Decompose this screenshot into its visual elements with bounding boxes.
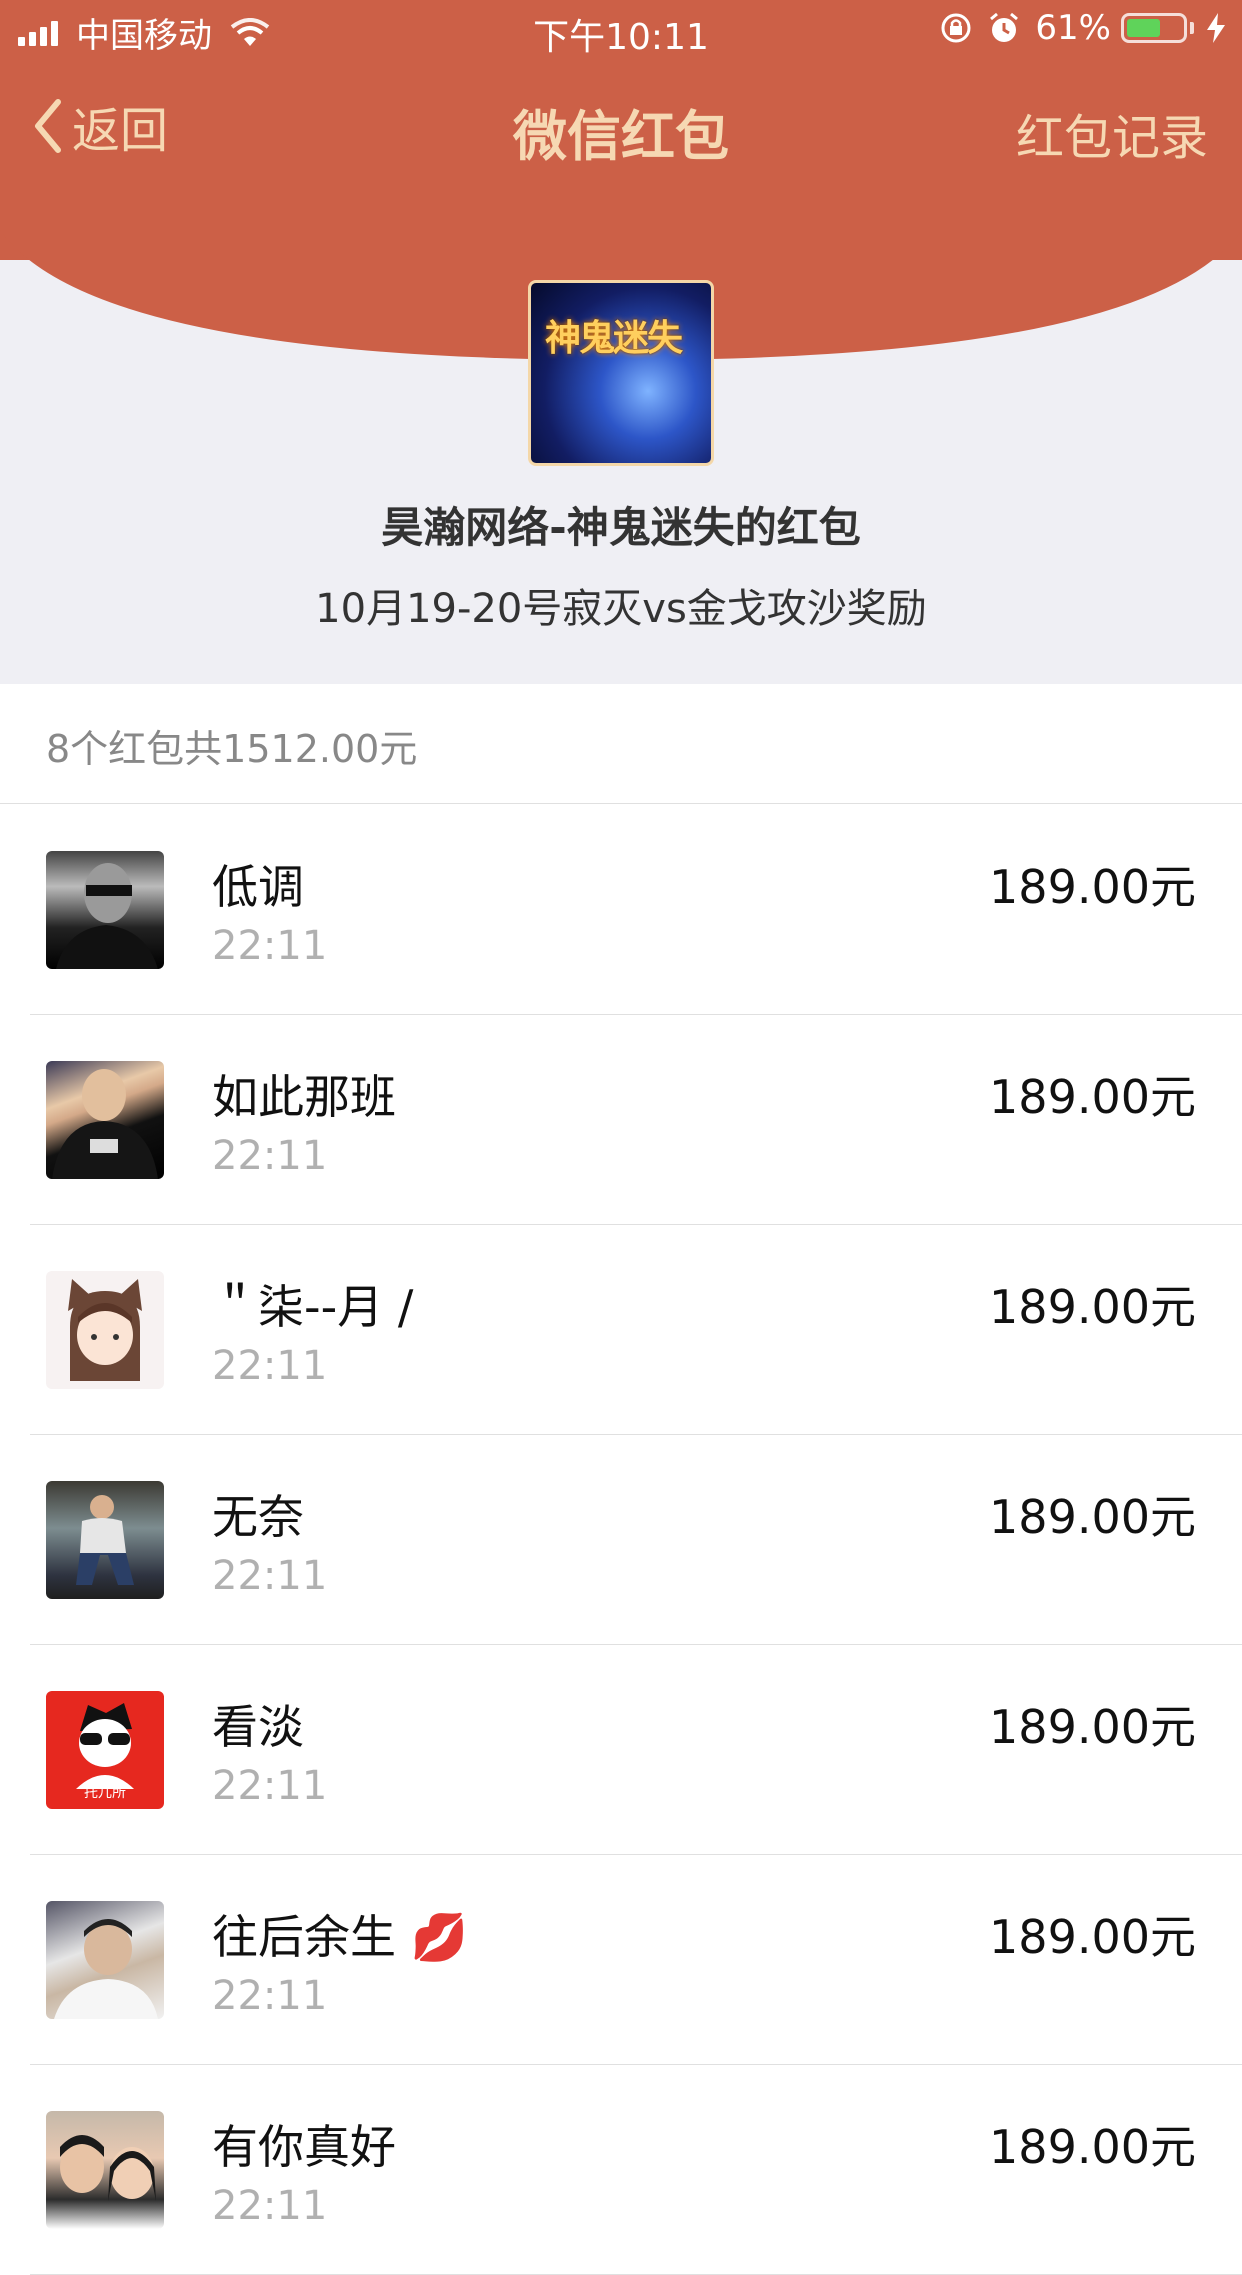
avatar-caption: 托儿所 (84, 1785, 126, 1801)
summary-text: 8个红包共1512.00元 (46, 727, 418, 771)
received-time: 22:11 (212, 1133, 328, 1179)
recipient-name: ＂柒--月 / (212, 1280, 414, 1334)
status-bar: 中国移动 下午10:11 61% (0, 0, 1242, 62)
battery-icon (1121, 13, 1194, 43)
avatar (46, 1271, 164, 1389)
received-time: 22:11 (212, 1973, 328, 2019)
avatar: 托儿所 (46, 1691, 164, 1809)
sender-avatar-logo: 神鬼迷失 (545, 317, 683, 359)
red-packet-records-button[interactable]: 红包记录 (1016, 98, 1208, 168)
list-item[interactable]: 有你真好 22:11 189.00元 (0, 2065, 1242, 2275)
recipient-name: 看淡 (212, 1700, 304, 1754)
recipient-name: 如此那班 (212, 1070, 396, 1124)
recipient-name: 有你真好 (212, 2120, 396, 2174)
back-label: 返回 (72, 103, 169, 159)
recipient-list: 低调 22:11 189.00元 如此那班 22:11 189.00元 ＂柒--… (0, 805, 1242, 2275)
avatar (46, 1901, 164, 2019)
sender-avatar[interactable]: 神鬼迷失 (528, 280, 714, 466)
recipient-name: 往后余生 💋 (212, 1910, 468, 1964)
list-item[interactable]: 往后余生 💋 22:11 189.00元 (0, 1855, 1242, 2065)
avatar (46, 2111, 164, 2229)
back-button[interactable]: 返回 (30, 96, 168, 159)
avatar (46, 851, 164, 969)
received-time: 22:11 (212, 1553, 328, 1599)
packet-message: 10月19-20号寂灭vs金戈攻沙奖励 (315, 586, 927, 632)
alarm-icon (990, 12, 1019, 42)
sender-name: 昊瀚网络-神鬼迷失的红包 (381, 503, 861, 552)
summary-bar: 8个红包共1512.00元 (0, 684, 1242, 804)
avatar (46, 1061, 164, 1179)
received-time: 22:11 (212, 923, 328, 969)
received-amount: 189.00元 (989, 2120, 1196, 2174)
orientation-lock-icon (941, 13, 971, 43)
list-item[interactable]: 低调 22:11 189.00元 (0, 805, 1242, 1015)
received-time: 22:11 (212, 1763, 328, 1809)
list-item[interactable]: 如此那班 22:11 189.00元 (0, 1015, 1242, 1225)
received-amount: 189.00元 (989, 1700, 1196, 1754)
received-amount: 189.00元 (989, 1490, 1196, 1544)
received-amount: 189.00元 (989, 1910, 1196, 1964)
list-item[interactable]: 托儿所 看淡 22:11 189.00元 (0, 1645, 1242, 1855)
received-amount: 189.00元 (989, 1280, 1196, 1334)
received-amount: 189.00元 (989, 1070, 1196, 1124)
charging-icon (1207, 13, 1225, 43)
received-time: 22:11 (212, 1343, 328, 1389)
recipient-name: 无奈 (212, 1490, 304, 1544)
chevron-left-icon (35, 99, 61, 153)
list-item[interactable]: 无奈 22:11 189.00元 (0, 1435, 1242, 1645)
recipient-name: 低调 (212, 860, 304, 914)
received-time: 22:11 (212, 2183, 328, 2229)
avatar (46, 1481, 164, 1599)
received-amount: 189.00元 (989, 860, 1196, 914)
list-item[interactable]: ＂柒--月 / 22:11 189.00元 (0, 1225, 1242, 1435)
battery-percent: 61% (1035, 8, 1111, 48)
